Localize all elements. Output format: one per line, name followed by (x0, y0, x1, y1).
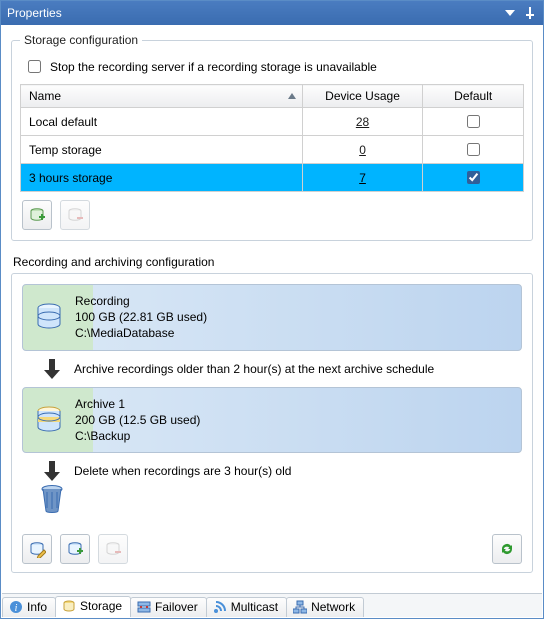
recording-config-legend: Recording and archiving configuration (13, 255, 533, 269)
storage-config-legend: Storage configuration (20, 33, 142, 47)
delete-rule-text: Delete when recordings are 3 hour(s) old (74, 464, 291, 478)
stop-server-label: Stop the recording server if a recording… (50, 60, 377, 74)
cell-name: 3 hours storage (21, 164, 303, 192)
recording-config-box: Recording 100 GB (22.81 GB used) C:\Medi… (11, 273, 533, 573)
add-archive-button[interactable] (60, 534, 90, 564)
cell-default[interactable] (423, 164, 524, 192)
archive-database-icon (35, 405, 63, 435)
arrow-down-icon (44, 359, 60, 379)
trash-icon (38, 483, 66, 515)
sort-asc-icon (288, 93, 296, 99)
default-checkbox[interactable] (467, 171, 480, 184)
default-checkbox[interactable] (467, 143, 480, 156)
recording-stage[interactable]: Recording 100 GB (22.81 GB used) C:\Medi… (22, 284, 522, 351)
cell-default[interactable] (423, 136, 524, 164)
dropdown-icon[interactable] (503, 6, 517, 20)
cell-name: Local default (21, 108, 303, 136)
storage-table: Name Device Usage Default Local default2… (20, 84, 524, 192)
table-row[interactable]: Local default28 (21, 108, 524, 136)
pin-icon[interactable] (523, 6, 537, 20)
table-row[interactable]: Temp storage0 (21, 136, 524, 164)
stop-server-checkbox-row[interactable]: Stop the recording server if a recording… (20, 55, 524, 84)
recording-title: Recording (75, 293, 207, 309)
tab-label: Network (311, 600, 355, 614)
tab-network[interactable]: Network (286, 597, 364, 617)
cell-usage[interactable]: 0 (302, 136, 423, 164)
multicast-icon (213, 600, 227, 614)
recording-path: C:\MediaDatabase (75, 325, 207, 341)
col-default[interactable]: Default (423, 85, 524, 108)
info-icon: i (9, 600, 23, 614)
tab-info[interactable]: i Info (2, 597, 56, 617)
archive-stage[interactable]: Archive 1 200 GB (12.5 GB used) C:\Backu… (22, 387, 522, 454)
tab-label: Failover (155, 600, 198, 614)
window-title: Properties (7, 1, 62, 25)
stop-server-checkbox[interactable] (28, 60, 41, 73)
add-storage-button[interactable] (22, 200, 52, 230)
col-usage[interactable]: Device Usage (302, 85, 423, 108)
cell-usage[interactable]: 28 (302, 108, 423, 136)
failover-icon (137, 600, 151, 614)
tab-label: Storage (80, 599, 122, 613)
storage-config-group: Storage configuration Stop the recording… (11, 33, 533, 241)
network-icon (293, 600, 307, 614)
tab-label: Info (27, 600, 47, 614)
edit-recording-button[interactable] (22, 534, 52, 564)
tab-label: Multicast (231, 600, 278, 614)
recording-size: 100 GB (22.81 GB used) (75, 309, 207, 325)
refresh-button[interactable] (492, 534, 522, 564)
svg-text:i: i (15, 603, 18, 614)
col-name[interactable]: Name (21, 85, 303, 108)
archive-title: Archive 1 (75, 396, 200, 412)
title-bar: Properties (1, 1, 543, 25)
database-icon (35, 302, 63, 332)
cell-name: Temp storage (21, 136, 303, 164)
archive-size: 200 GB (12.5 GB used) (75, 412, 200, 428)
arrow-down-icon (44, 461, 60, 481)
tab-failover[interactable]: Failover (130, 597, 207, 617)
default-checkbox[interactable] (467, 115, 480, 128)
archive-path: C:\Backup (75, 428, 200, 444)
bottom-tab-bar: i Info Storage Failover Multicast Network (2, 593, 542, 617)
cell-default[interactable] (423, 108, 524, 136)
table-row[interactable]: 3 hours storage7 (21, 164, 524, 192)
remove-storage-button[interactable] (60, 200, 90, 230)
cell-usage[interactable]: 7 (302, 164, 423, 192)
tab-multicast[interactable]: Multicast (206, 597, 287, 617)
tab-storage[interactable]: Storage (55, 596, 131, 617)
remove-archive-button[interactable] (98, 534, 128, 564)
archive-rule-text: Archive recordings older than 2 hour(s) … (74, 362, 434, 376)
storage-icon (62, 599, 76, 613)
